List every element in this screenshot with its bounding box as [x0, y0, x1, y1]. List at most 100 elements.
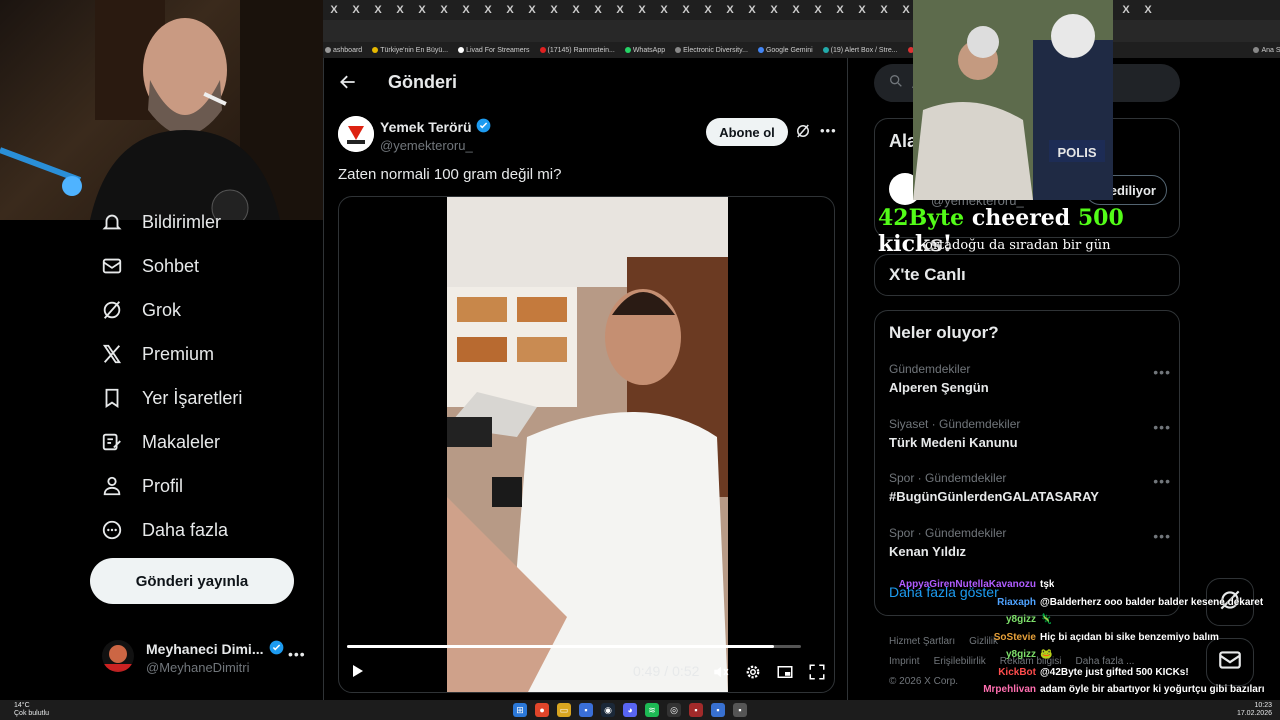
volume-icon[interactable] [712, 663, 730, 686]
author-avatar[interactable] [338, 116, 374, 152]
post-button[interactable]: Gönderi yayınla [90, 558, 294, 604]
browser-tab[interactable]: X [741, 0, 763, 20]
following-button-label: ediliyor [1109, 182, 1156, 198]
chrome-icon[interactable]: ● [535, 703, 550, 717]
browser-tab[interactable]: X [433, 0, 455, 20]
browser-tab[interactable]: X [873, 0, 895, 20]
trend-name: Türk Medeni Kanunu [889, 435, 1018, 450]
weather-temp: 14°C [14, 702, 30, 709]
back-arrow-icon[interactable] [338, 72, 358, 97]
account-more-icon[interactable]: ••• [288, 646, 306, 662]
fullscreen-icon[interactable] [808, 663, 826, 686]
browser-tab[interactable]: X [477, 0, 499, 20]
trend-item[interactable]: Siyaset · Gündemdekiler Türk Medeni Kanu… [889, 417, 1179, 450]
grok-icon[interactable] [794, 122, 812, 145]
trend-item[interactable]: Spor · Gündemdekiler Kenan Yıldız ••• [889, 526, 1179, 559]
steam-icon[interactable]: ◉ [601, 703, 616, 717]
bookmark-item[interactable]: WhatsApp [624, 47, 665, 54]
bookmark-item[interactable]: (19) Alert Box / Stre... [822, 47, 898, 54]
nav-notifications[interactable]: Bildirimler [100, 210, 221, 234]
trend-item[interactable]: Spor · Gündemdekiler #BugünGünlerdenGALA… [889, 471, 1179, 504]
stream-chat-overlay: AppyaGirenNutellaKavanozu tşk Riaxaph @Bald… [880, 576, 1278, 716]
clock-date: 17.02.2026 [1236, 710, 1272, 717]
subscribe-button[interactable]: Abone ol [706, 118, 788, 146]
system-clock[interactable]: 10:23 17.02.2026 [1237, 702, 1272, 718]
browser-tab[interactable]: X [411, 0, 433, 20]
trend-more-icon[interactable]: ••• [1153, 364, 1171, 380]
bookmark-item[interactable]: Google Gemini [757, 47, 813, 54]
nav-label: Premium [142, 343, 215, 364]
app-icon[interactable]: ▪ [733, 703, 748, 717]
browser-tab[interactable]: X [587, 0, 609, 20]
nav-label: Grok [142, 299, 182, 320]
chat-text: @42Byte just gifted 500 KICKs! [1040, 666, 1189, 678]
live-card[interactable]: X'te Canlı [874, 254, 1180, 296]
picture-in-picture-icon[interactable] [776, 663, 794, 686]
browser-tab[interactable]: X [609, 0, 631, 20]
nav-grok[interactable]: Grok [100, 298, 181, 322]
browser-tab[interactable]: X [719, 0, 741, 20]
browser-tab[interactable]: X [631, 0, 653, 20]
browser-tab[interactable]: X [389, 0, 411, 20]
browser-tab[interactable]: X [367, 0, 389, 20]
author-name-row[interactable]: Yemek Terörü [380, 118, 491, 136]
nav-articles[interactable]: Makaleler [100, 430, 220, 454]
app-icon[interactable]: ▪ [711, 703, 726, 717]
play-icon[interactable] [349, 663, 365, 684]
bookmark-item[interactable]: Türkiye'nin En Büyü... [372, 47, 448, 54]
browser-tab[interactable]: X [499, 0, 521, 20]
browser-tab[interactable]: X [851, 0, 873, 20]
browser-tab[interactable]: X [565, 0, 587, 20]
folder-icon[interactable]: ▭ [557, 703, 572, 717]
browser-tab[interactable]: X [675, 0, 697, 20]
trend-more-icon[interactable]: ••• [1153, 528, 1171, 544]
trend-more-icon[interactable]: ••• [1153, 473, 1171, 489]
nav-premium[interactable]: Premium [100, 342, 214, 366]
account-switcher[interactable]: Meyhaneci Dimi... @MeyhaneDimitri ••• [100, 636, 310, 680]
browser-tab[interactable]: X [323, 0, 345, 20]
browser-tab[interactable]: X [1137, 0, 1159, 20]
browser-tab[interactable]: X [763, 0, 785, 20]
browser-tab[interactable]: X [521, 0, 543, 20]
more-circle-icon [100, 518, 124, 542]
video-player[interactable]: 0:49 / 0:52 [338, 196, 835, 693]
bookmark-item[interactable]: Electronic Diversity... [675, 47, 748, 54]
browser-tab[interactable]: X [697, 0, 719, 20]
obs-icon[interactable]: ◎ [667, 703, 682, 717]
browser-tab[interactable]: X [455, 0, 477, 20]
browser-tab[interactable]: X [345, 0, 367, 20]
chat-message: Mrpehlivan adam öyle bir abartıyor ki yoğ… [880, 681, 1278, 699]
verified-badge-icon [269, 640, 284, 658]
spotify-icon[interactable]: ≋ [645, 703, 660, 717]
video-progress-track[interactable] [347, 645, 801, 648]
bookmark-item[interactable]: ashboard [325, 47, 362, 54]
app-icon[interactable]: ▪ [579, 703, 594, 717]
nav-chat[interactable]: Sohbet [100, 254, 199, 278]
trend-item[interactable]: Gündemdekiler Alperen Şengün ••• [889, 362, 1179, 395]
browser-tab[interactable]: X [653, 0, 675, 20]
video-clip-overlay: POLIS [913, 0, 1113, 200]
chat-username: KickBot [998, 666, 1036, 678]
weather-widget[interactable]: 14°C Çok bulutlu [14, 702, 49, 718]
nav-profile[interactable]: Profil [100, 474, 183, 498]
browser-tab[interactable]: X [785, 0, 807, 20]
bookmark-item[interactable]: (17145) Rammstein... [539, 47, 615, 54]
browser-tab[interactable]: X [543, 0, 565, 20]
browser-tab[interactable]: X [1115, 0, 1137, 20]
browser-tab[interactable]: X [807, 0, 829, 20]
nav-bookmarks[interactable]: Yer İşaretleri [100, 386, 242, 410]
address-bar[interactable] [323, 20, 1280, 42]
start-icon[interactable]: ⊞ [513, 703, 528, 717]
settings-gear-icon[interactable] [744, 663, 762, 686]
nav-label: Profil [142, 475, 184, 496]
trend-more-icon[interactable]: ••• [1153, 419, 1171, 435]
post-more-icon[interactable]: ••• [820, 123, 837, 138]
nav-more[interactable]: Daha fazla [100, 518, 228, 542]
trend-name: Alperen Şengün [889, 380, 989, 395]
bookmark-label: Electronic Diversity... [683, 46, 748, 54]
app-icon[interactable]: ▪ [689, 703, 704, 717]
discord-icon[interactable]: ◕ [623, 703, 638, 717]
bookmark-item[interactable]: Livad For Streamers [458, 47, 530, 54]
bookmark-item[interactable]: Ana Sayfa • HBO Max [1253, 47, 1280, 54]
browser-tab[interactable]: X [829, 0, 851, 20]
